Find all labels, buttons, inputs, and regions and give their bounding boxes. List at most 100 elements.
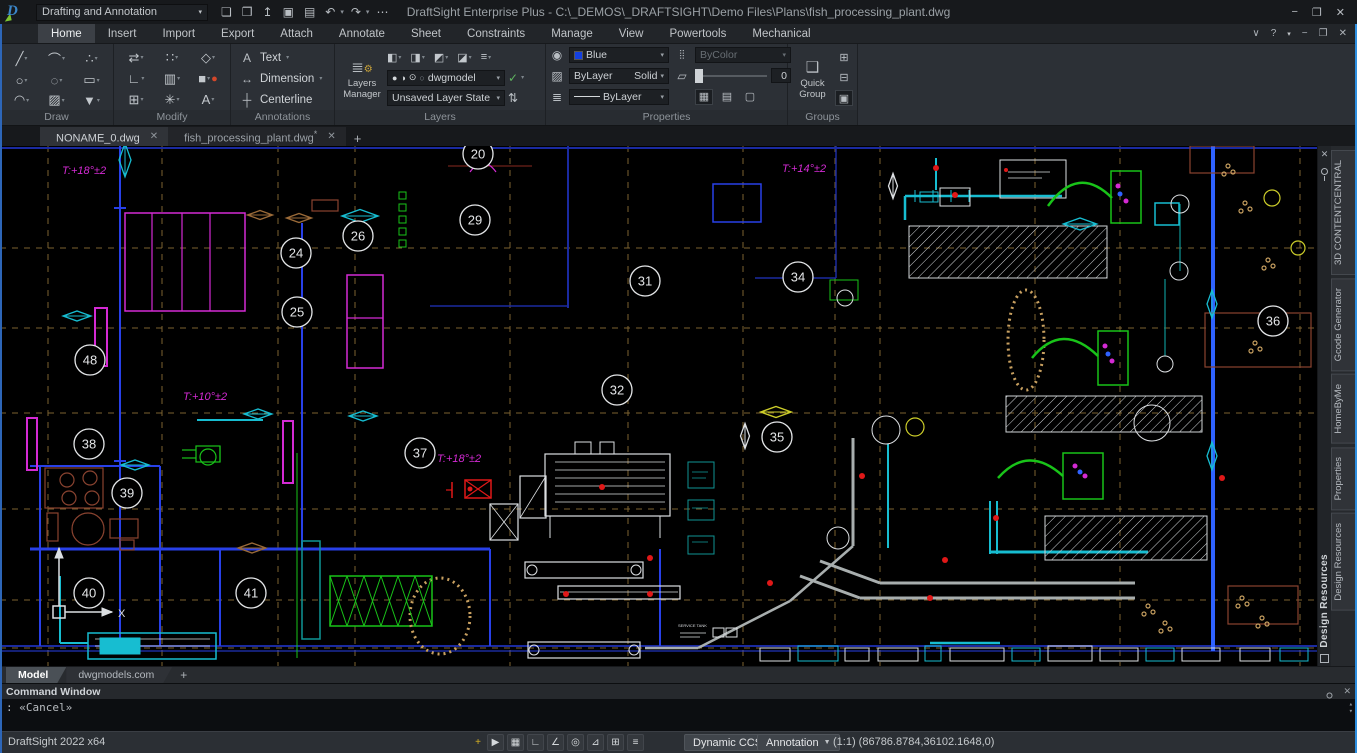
ribbon-tab-constraints[interactable]: Constraints (454, 24, 538, 43)
ribbon-tab-mechanical[interactable]: Mechanical (739, 24, 823, 43)
layer-tool-0[interactable]: ◧▾ (387, 51, 401, 64)
layer-apply-icon[interactable]: ✓ (508, 71, 518, 85)
restore-button[interactable]: ❐ (1312, 6, 1322, 19)
help-chevron-icon[interactable]: ▾ (1287, 30, 1291, 38)
tab-model[interactable]: Model (6, 667, 66, 683)
chevron-down-icon[interactable]: ▾ (521, 74, 524, 81)
ribbon-tab-powertools[interactable]: Powertools (656, 24, 739, 43)
chevron-down-icon[interactable]: ▾ (59, 77, 62, 84)
ribbon-tab-import[interactable]: Import (149, 24, 208, 43)
palette-tab-gcode-generator[interactable]: Gcode Generator (1331, 278, 1357, 371)
modify-tool-8[interactable]: A▾ (190, 92, 226, 108)
draw-tool-8[interactable]: ▼▾ (74, 92, 109, 108)
layer-state-transfer-icon[interactable]: ⇅ (508, 91, 518, 105)
mdi-minimize-button[interactable]: − (1302, 28, 1308, 39)
pin-icon[interactable] (1321, 168, 1328, 175)
entity-properties-icon[interactable]: ▢ (741, 89, 759, 105)
draw-tool-6[interactable]: ◠▾ (4, 92, 39, 108)
annotation-scale-dropdown[interactable]: Annotation ▼ (757, 734, 840, 751)
line-color-icon[interactable]: ◉ (548, 48, 566, 62)
ribbon-tab-sheet[interactable]: Sheet (398, 24, 454, 43)
layer-tool-1[interactable]: ◨▾ (410, 51, 424, 64)
modify-tool-4[interactable]: ▥▾ (154, 71, 190, 87)
chevron-down-icon[interactable]: ▾ (488, 54, 491, 61)
close-icon[interactable]: ✕ (1343, 686, 1351, 697)
modify-tool-3[interactable]: ∟▾ (118, 71, 154, 87)
ribbon-tab-view[interactable]: View (606, 24, 657, 43)
doc-tab-fish-processing-plant[interactable]: fish_processing_plant.dwg* ✕ (168, 127, 346, 146)
workspace-dropdown[interactable]: Drafting and Annotation ▾ (36, 4, 208, 21)
print-style-icon[interactable]: ⦙⦙ (672, 48, 692, 63)
slider-handle[interactable] (695, 69, 703, 83)
ribbon-tab-insert[interactable]: Insert (95, 24, 150, 43)
open-file-icon[interactable]: ❒ (239, 5, 256, 19)
layer-combo[interactable]: ● ◑ ⊙ ○ dwgmodel ▾ (387, 70, 505, 86)
draw-tool-4[interactable]: ◌▾ (39, 72, 74, 88)
edit-group-icon[interactable]: ▣ (835, 90, 853, 106)
print-icon[interactable]: ▤ (301, 5, 318, 19)
layer-tool-3[interactable]: ◪▾ (457, 51, 471, 64)
ungroup-icon[interactable]: ⊟ (835, 70, 853, 86)
quick-snap-icon[interactable]: + (472, 734, 484, 751)
draw-tool-1[interactable]: ⌒▾ (39, 49, 74, 68)
chevron-down-icon[interactable]: ▾ (97, 77, 100, 84)
chevron-down-icon[interactable]: ▾ (422, 54, 425, 61)
mdi-close-button[interactable]: ✕ (1339, 28, 1347, 39)
chevron-down-icon[interactable]: ▾ (340, 8, 344, 16)
chevron-down-icon[interactable]: ▾ (95, 55, 98, 62)
layers-manager-button[interactable]: ≣⚙ Layers Manager (339, 47, 385, 110)
chevron-down-icon[interactable]: ▾ (207, 75, 210, 82)
esnap-icon[interactable]: ◎ (567, 734, 584, 751)
drawing-canvas[interactable]: T:+18°±2T:+14°±2T:+10°±2T:+18°±2XSERVICE… (0, 146, 1317, 666)
draw-tool-2[interactable]: ∴▾ (74, 49, 109, 68)
modify-tool-0[interactable]: ⇄▾ (118, 50, 154, 66)
snap-grid-icon[interactable]: ▦ (507, 734, 524, 751)
minimize-button[interactable]: − (1291, 6, 1297, 19)
chevron-down-icon[interactable]: ▾ (286, 54, 289, 61)
palette-tab-design-resources[interactable]: Design Resources (1331, 513, 1357, 611)
properties-palette-icon[interactable]: ▤ (718, 89, 736, 105)
print-style-combo[interactable]: ByColor ▾ (695, 47, 791, 63)
redo-icon[interactable]: ↷ (348, 5, 364, 19)
match-properties-icon[interactable]: ▦ (695, 89, 713, 105)
close-icon[interactable]: ✕ (150, 131, 158, 142)
import-icon[interactable]: ↥ (260, 5, 276, 19)
slider-track[interactable] (695, 75, 767, 77)
dimension-tool-button[interactable]: ↔ Dimension ▾ (239, 69, 330, 89)
line-color-combo[interactable]: Blue ▾ (569, 47, 669, 63)
modify-tool-6[interactable]: ⊞▾ (118, 92, 154, 108)
layer-tool-4[interactable]: ≡▾ (481, 51, 491, 63)
etrack-icon[interactable]: ⊿ (587, 734, 604, 751)
layer-state-combo[interactable]: Unsaved Layer State ▾ (387, 90, 505, 106)
new-doc-tab-button[interactable]: + (346, 131, 370, 146)
chevron-down-icon[interactable]: ▾ (24, 77, 27, 84)
chevron-down-icon[interactable]: ▾ (62, 55, 65, 62)
modify-tool-2[interactable]: ◇▾ (190, 50, 226, 66)
chevron-down-icon[interactable]: ▾ (177, 75, 180, 82)
mdi-restore-button[interactable]: ❐ (1319, 28, 1328, 39)
chevron-down-icon[interactable]: ▾ (319, 75, 322, 82)
command-history[interactable]: : «Cancel» ▴▾ (0, 699, 1357, 731)
ribbon-tab-manage[interactable]: Manage (538, 24, 606, 43)
pin-icon[interactable] (1327, 693, 1333, 699)
command-scroll-spinner[interactable]: ▴▾ (1349, 701, 1353, 715)
help-icon[interactable]: ? (1271, 28, 1277, 39)
chevron-down-icon[interactable]: ▾ (366, 8, 370, 16)
more-icon[interactable]: ⋯ (373, 5, 391, 19)
ribbon-tab-annotate[interactable]: Annotate (326, 24, 398, 43)
modify-tool-7[interactable]: ✳▾ (154, 92, 190, 108)
ribbon-tab-export[interactable]: Export (208, 24, 267, 43)
modify-tool-5[interactable]: ■▾● (190, 71, 226, 87)
chevron-down-icon[interactable]: ▾ (445, 54, 448, 61)
line-weight-icon[interactable]: ≣ (548, 90, 566, 104)
chevron-down-icon[interactable]: ▾ (212, 54, 215, 61)
layer-tool-2[interactable]: ◩▾ (434, 51, 448, 64)
chevron-down-icon[interactable]: ▾ (140, 96, 143, 103)
chevron-down-icon[interactable]: ▾ (26, 97, 29, 104)
lineweight-icon[interactable]: ≡ (627, 734, 644, 751)
modify-tool-1[interactable]: ∷▾ (154, 50, 190, 66)
palette-tab-homebyme[interactable]: HomeByMe (1331, 374, 1357, 444)
chevron-down-icon[interactable]: ▾ (24, 55, 27, 62)
draw-tool-0[interactable]: ╱▾ (4, 49, 39, 68)
chevron-down-icon[interactable]: ▾ (211, 96, 214, 103)
